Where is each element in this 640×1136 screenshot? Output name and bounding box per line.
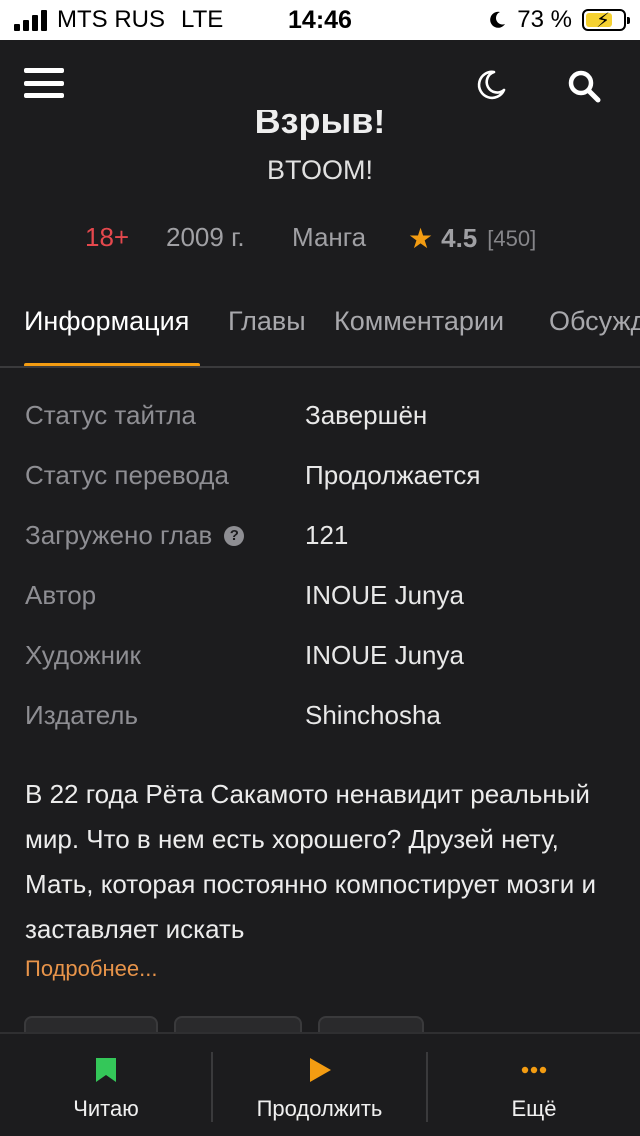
rating[interactable]: ★ 4.5 [450] bbox=[408, 222, 536, 255]
help-icon[interactable]: ? bbox=[224, 525, 245, 546]
release-year: 2009 г. bbox=[166, 222, 245, 252]
meta-row: 18+ 2009 г. Манга ★ 4.5 [450] bbox=[0, 222, 640, 258]
star-icon: ★ bbox=[408, 223, 434, 254]
title-localized-text: Взрыв! bbox=[254, 110, 386, 140]
description: В 22 года Рёта Сакамото ненавидит реальн… bbox=[25, 779, 596, 944]
title-original: BTOOM! bbox=[266, 155, 373, 185]
info-key: Художник bbox=[25, 640, 141, 670]
rating-value: 4.5 bbox=[441, 223, 478, 253]
status-bar: MTS RUS LTE 14:46 73 % ⚡ bbox=[0, 0, 640, 40]
bottom-nav-more[interactable]: Ещё bbox=[428, 1034, 640, 1136]
read-more-link[interactable]: Подробнее... bbox=[25, 956, 157, 982]
more-dots-icon bbox=[521, 1066, 547, 1074]
info-value: Продолжается bbox=[305, 460, 481, 490]
bottom-nav-label: Читаю bbox=[73, 1096, 139, 1121]
info-key: Загружено глав bbox=[25, 520, 213, 550]
info-key: Автор bbox=[25, 580, 97, 610]
info-row-title-status: Статус тайтла Завершён bbox=[0, 400, 640, 440]
info-value: Завершён bbox=[305, 400, 428, 430]
tab-bar: Информация Главы Комментарии Обсуждения bbox=[0, 290, 640, 368]
info-key: Статус перевода bbox=[25, 460, 229, 490]
bottom-nav: Читаю Продолжить Ещё bbox=[0, 1032, 640, 1136]
tab-information[interactable]: Информация bbox=[24, 306, 189, 337]
tab-comments[interactable]: Комментарии bbox=[334, 306, 504, 337]
bottom-nav-label: Продолжить bbox=[256, 1096, 383, 1121]
age-rating: 18+ bbox=[85, 222, 130, 252]
night-mode-moon-icon[interactable] bbox=[474, 68, 508, 102]
info-row-chapters-uploaded: Загружено глав ? 121 bbox=[0, 520, 640, 560]
status-bar-right: 73 % ⚡ bbox=[487, 0, 630, 40]
hamburger-menu-icon[interactable] bbox=[24, 68, 64, 98]
info-row-translation-status: Статус перевода Продолжается bbox=[0, 460, 640, 500]
publisher-link[interactable]: Shinchosha bbox=[305, 700, 441, 731]
info-value: 121 bbox=[305, 520, 349, 550]
info-key-wrapper: Загружено глав ? bbox=[25, 520, 245, 551]
info-row-publisher: Издатель Shinchosha bbox=[0, 700, 640, 740]
info-row-author: Автор INOUE Junya bbox=[0, 580, 640, 620]
battery-percent: 73 % bbox=[517, 6, 572, 33]
tab-chapters[interactable]: Главы bbox=[228, 306, 306, 337]
artist-link[interactable]: INOUE Junya bbox=[305, 640, 464, 671]
author-link[interactable]: INOUE Junya bbox=[305, 580, 464, 611]
play-icon bbox=[309, 1058, 331, 1082]
title-type: Манга bbox=[292, 222, 367, 252]
bottom-nav-continue[interactable]: Продолжить bbox=[213, 1034, 426, 1136]
info-row-artist: Художник INOUE Junya bbox=[0, 640, 640, 680]
info-key: Издатель bbox=[25, 700, 139, 730]
bottom-nav-label: Ещё bbox=[511, 1096, 557, 1121]
info-key: Статус тайтла bbox=[25, 400, 196, 430]
tab-discussions[interactable]: Обсуждения bbox=[549, 306, 640, 337]
bottom-nav-reading[interactable]: Читаю bbox=[0, 1034, 212, 1136]
bookmark-icon bbox=[96, 1058, 116, 1082]
active-tab-indicator bbox=[24, 363, 200, 366]
rating-count: [450] bbox=[487, 225, 537, 251]
search-icon[interactable] bbox=[566, 68, 602, 104]
title-localized: Взрыв! bbox=[0, 110, 640, 140]
moon-icon bbox=[490, 11, 506, 28]
battery-charging-icon: ⚡ bbox=[582, 9, 630, 32]
